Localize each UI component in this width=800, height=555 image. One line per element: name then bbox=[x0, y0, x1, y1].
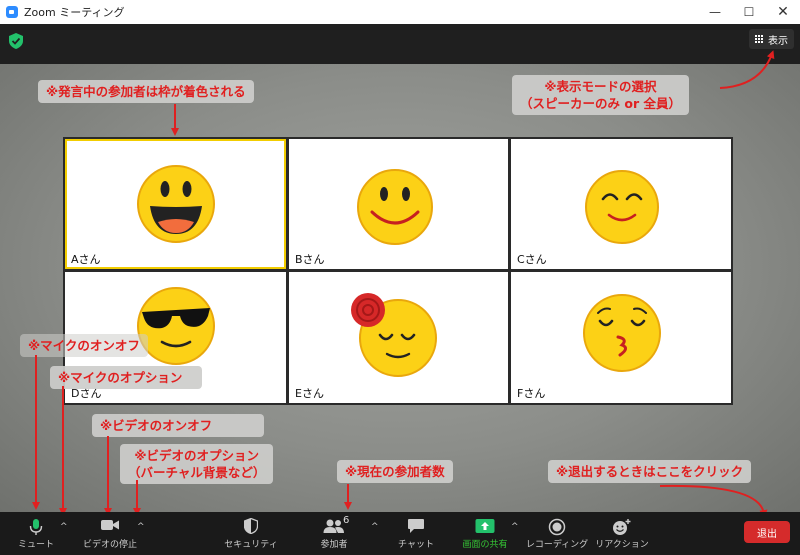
annotation-arrows bbox=[32, 50, 775, 518]
participants-button[interactable]: 参加者 bbox=[312, 512, 356, 555]
recording-label: レコーディング bbox=[525, 540, 589, 550]
leave-meeting-button[interactable]: 退出 bbox=[744, 521, 790, 543]
security-label: セキュリティ bbox=[224, 540, 278, 550]
chat-button[interactable]: チャット bbox=[396, 512, 436, 555]
share-screen-button[interactable]: 画面の共有 bbox=[458, 512, 512, 555]
emoji-reaction-icon bbox=[613, 519, 631, 535]
security-button[interactable]: セキュリティ bbox=[224, 512, 278, 555]
participants-caret-icon[interactable]: ^ bbox=[371, 522, 379, 532]
chat-icon bbox=[408, 519, 424, 533]
stop-video-button[interactable]: ビデオの停止 bbox=[82, 512, 138, 555]
shield-icon bbox=[244, 518, 258, 534]
share-options-caret-icon[interactable]: ^ bbox=[511, 522, 519, 532]
recording-button[interactable]: レコーディング bbox=[525, 512, 589, 555]
record-icon bbox=[548, 518, 566, 536]
reactions-button[interactable]: リアクション bbox=[595, 512, 649, 555]
mic-options-caret-icon[interactable]: ^ bbox=[60, 522, 68, 532]
participants-label: 参加者 bbox=[320, 540, 348, 550]
share-screen-label: 画面の共有 bbox=[462, 540, 508, 550]
reactions-label: リアクション bbox=[595, 540, 649, 550]
arrow-leave bbox=[659, 484, 768, 518]
mute-button[interactable]: ミュート bbox=[14, 512, 58, 555]
share-screen-icon bbox=[475, 519, 495, 533]
chat-label: チャット bbox=[398, 540, 434, 550]
meeting-toolbar: ミュート ^ ビデオの停止 ^ セキュリティ 参加者 6 ^ チャット 画面の共… bbox=[0, 512, 800, 555]
mute-label: ミュート bbox=[17, 540, 55, 550]
arrow-view-mode bbox=[719, 50, 775, 89]
stop-video-label: ビデオの停止 bbox=[82, 540, 138, 550]
video-camera-icon bbox=[101, 520, 119, 530]
participants-icon bbox=[323, 519, 344, 533]
video-options-caret-icon[interactable]: ^ bbox=[137, 522, 145, 532]
participant-count-badge: 6 bbox=[343, 515, 350, 526]
microphone-icon bbox=[29, 519, 43, 535]
